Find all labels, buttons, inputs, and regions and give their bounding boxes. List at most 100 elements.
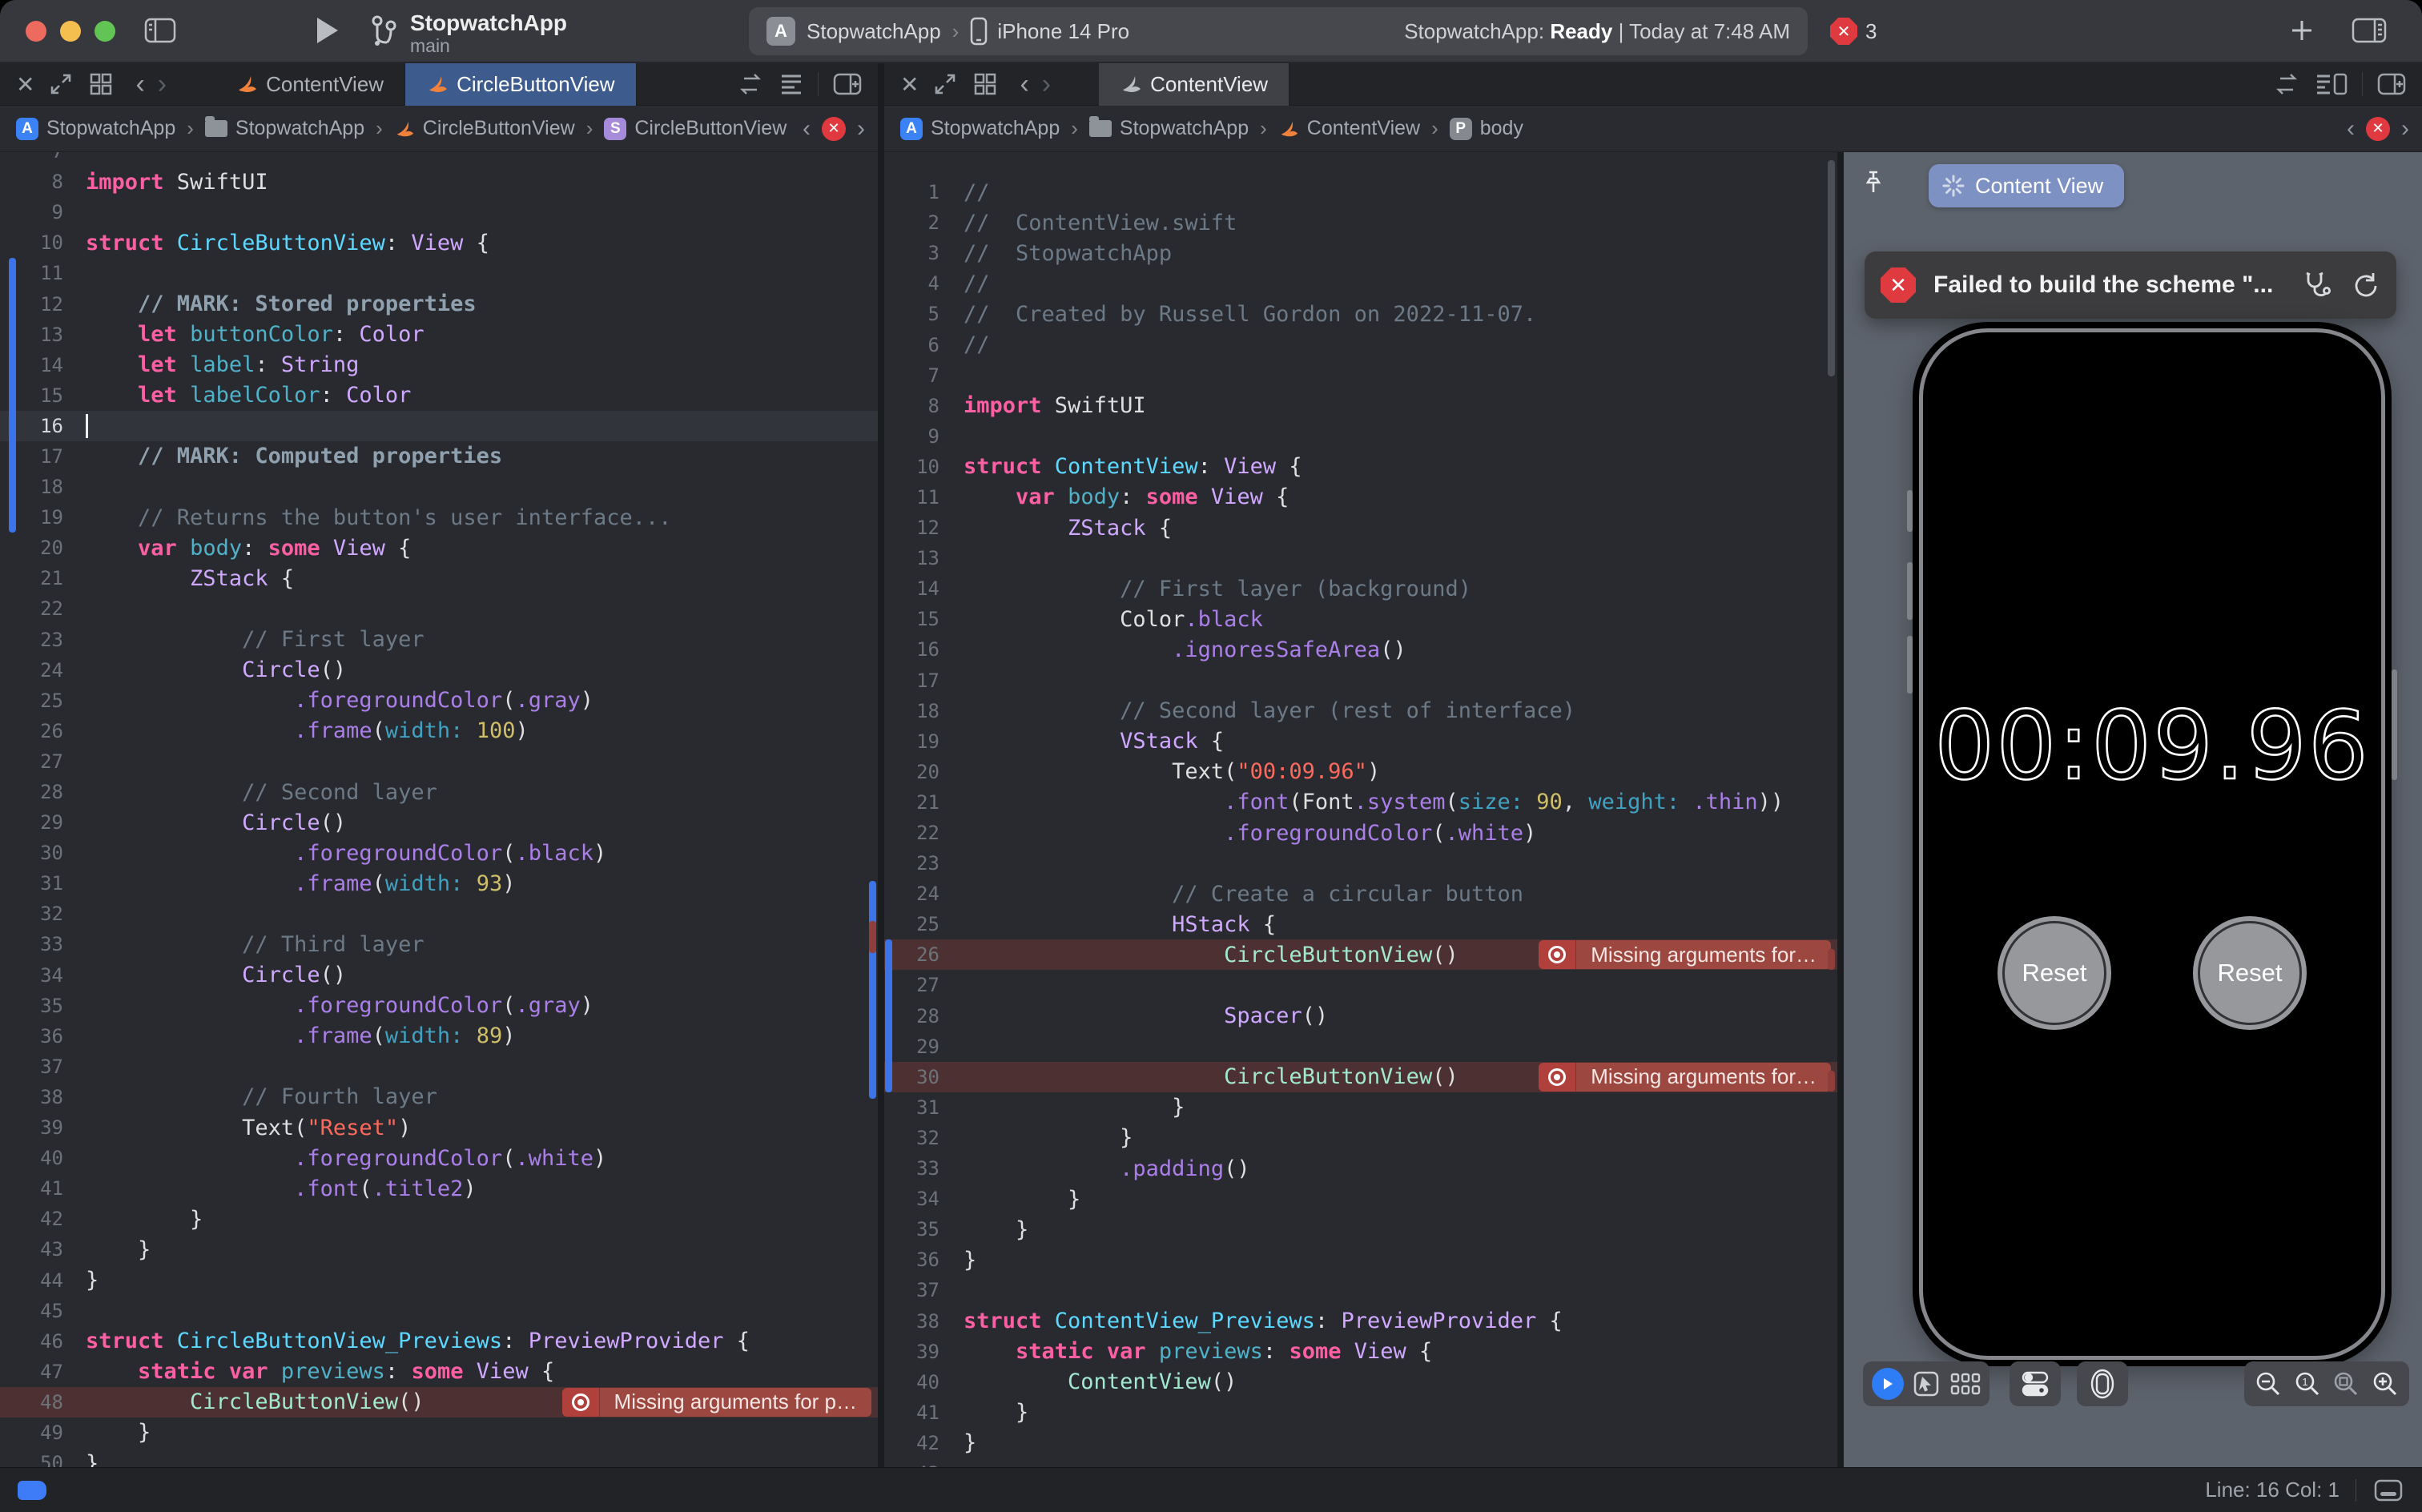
left-code-editor[interactable]: 78import SwiftUI910struct CircleButtonVi… [0, 152, 878, 1467]
code-line[interactable]: 20 Text("00:09.96") [884, 757, 1837, 787]
code-line[interactable]: 31 } [884, 1092, 1837, 1123]
code-line[interactable]: 32 } [884, 1123, 1837, 1153]
code-line[interactable]: 48 CircleButtonView()Missing arguments f… [0, 1387, 878, 1418]
code-line[interactable]: 12 // MARK: Stored properties [0, 288, 878, 319]
code-line[interactable]: 1// [884, 177, 1837, 207]
code-line[interactable]: 37 [0, 1052, 878, 1082]
grid-view-icon[interactable] [87, 70, 115, 98]
error-dot-icon[interactable]: ✕ [822, 117, 846, 141]
next-issue-icon[interactable]: › [2401, 115, 2409, 143]
pane-divider[interactable] [878, 63, 884, 1467]
prev-issue-icon[interactable]: ‹ [2347, 115, 2355, 143]
device-settings-button[interactable] [2010, 1361, 2061, 1406]
code-line[interactable]: 49 } [0, 1418, 878, 1448]
zoom-in-icon[interactable] [2371, 1369, 2400, 1398]
code-line[interactable]: 28 Spacer() [884, 1001, 1837, 1031]
code-line[interactable]: 29 [884, 1031, 1837, 1062]
code-line[interactable]: 27 [0, 746, 878, 777]
code-line[interactable]: 33 .padding() [884, 1153, 1837, 1184]
code-line[interactable]: 36 .frame(width: 89) [0, 1021, 878, 1052]
code-line[interactable]: 25 HStack { [884, 909, 1837, 939]
code-line[interactable]: 32 [0, 899, 878, 929]
code-line[interactable]: 26 .frame(width: 100) [0, 716, 878, 746]
enter-fullscreen-icon[interactable] [47, 70, 74, 98]
breadcrumb-file[interactable]: ContentView [1278, 117, 1420, 140]
code-line[interactable]: 36} [884, 1245, 1837, 1275]
code-line[interactable]: 19 VStack { [884, 726, 1837, 757]
keyboard-panel-icon[interactable] [2372, 1478, 2404, 1503]
canvas-divider[interactable] [1837, 152, 1844, 1467]
code-line[interactable]: 40 .foregroundColor(.white) [0, 1143, 878, 1173]
code-line[interactable]: 15 let labelColor: Color [0, 380, 878, 411]
code-line[interactable]: 13 let buttonColor: Color [0, 320, 878, 350]
code-line[interactable]: 35 } [884, 1214, 1837, 1245]
prev-issue-icon[interactable]: ‹ [803, 115, 811, 143]
code-line[interactable]: 23 [884, 848, 1837, 879]
code-line[interactable]: 24 // Create a circular button [884, 879, 1837, 909]
code-line[interactable]: 22 [0, 593, 878, 624]
inline-error[interactable]: Missing arguments for… [1539, 940, 1831, 969]
code-line[interactable]: 41 } [884, 1397, 1837, 1428]
forward-icon[interactable]: › [1042, 69, 1051, 100]
code-line[interactable]: 6// [884, 329, 1837, 360]
editor-options-icon[interactable] [2314, 72, 2349, 96]
code-line[interactable]: 38 // Fourth layer [0, 1082, 878, 1112]
code-line[interactable]: 8import SwiftUI [0, 167, 878, 197]
run-button[interactable] [311, 13, 343, 48]
code-line[interactable]: 21 ZStack { [0, 563, 878, 593]
refresh-icon[interactable] [2350, 270, 2380, 300]
code-line[interactable]: 46struct CircleButtonView_Previews: Prev… [0, 1326, 878, 1357]
code-line[interactable]: 8import SwiftUI [884, 391, 1837, 421]
add-button[interactable] [2287, 16, 2316, 45]
code-line[interactable]: 9 [0, 197, 878, 227]
code-line[interactable]: 19 // Returns the button's user interfac… [0, 502, 878, 533]
code-line[interactable]: 16 [0, 411, 878, 441]
add-editor-icon[interactable] [2376, 71, 2408, 97]
code-line[interactable]: 29 Circle() [0, 807, 878, 838]
scheme-title-area[interactable]: StopwatchApp main [367, 11, 567, 56]
minimize-window-button[interactable] [60, 21, 81, 42]
code-review-icon[interactable] [736, 72, 765, 96]
code-line[interactable]: 9 [884, 421, 1837, 452]
zoom-100-icon[interactable]: 1 [2293, 1369, 2322, 1398]
code-line[interactable]: 17 [884, 666, 1837, 696]
code-line[interactable]: 30 .foregroundColor(.black) [0, 838, 878, 868]
scrollbar-thumb[interactable] [1828, 160, 1835, 376]
scheme-app-name[interactable]: StopwatchApp [807, 19, 941, 44]
add-editor-icon[interactable] [831, 71, 863, 97]
reset-button-right[interactable]: Reset [2193, 916, 2307, 1030]
code-line[interactable]: 13 [884, 543, 1837, 573]
code-line[interactable]: 24 Circle() [0, 655, 878, 686]
back-icon[interactable]: ‹ [135, 69, 144, 100]
code-line[interactable]: 27 [884, 970, 1837, 1000]
variants-grid-button[interactable] [1949, 1371, 1981, 1397]
code-line[interactable]: 10struct CircleButtonView: View { [0, 227, 878, 258]
code-line[interactable]: 39 Text("Reset") [0, 1112, 878, 1143]
scheme-selector[interactable]: A StopwatchApp › iPhone 14 Pro Stopwatch… [749, 7, 1808, 55]
live-preview-button[interactable] [1872, 1368, 1904, 1400]
selectable-mode-button[interactable] [1912, 1369, 1941, 1398]
inline-error[interactable]: Missing arguments for… [1539, 1063, 1831, 1092]
breadcrumb-file[interactable]: CircleButtonView [394, 117, 575, 140]
code-line[interactable]: 40 ContentView() [884, 1367, 1837, 1397]
breadcrumb-group[interactable]: StopwatchApp [1089, 117, 1249, 140]
code-line[interactable]: 14 let label: String [0, 350, 878, 380]
code-line[interactable]: 16 .ignoresSafeArea() [884, 634, 1837, 665]
code-line[interactable]: 37 [884, 1275, 1837, 1305]
back-icon[interactable]: ‹ [1020, 69, 1028, 100]
tab-contentview[interactable]: ContentView [215, 63, 405, 106]
pin-preview-button[interactable] [1855, 165, 1892, 202]
enter-fullscreen-icon[interactable] [931, 70, 959, 98]
code-line[interactable]: 10struct ContentView: View { [884, 452, 1837, 482]
code-line[interactable]: 20 var body: some View { [0, 533, 878, 563]
breadcrumb-symbol[interactable]: S CircleButtonView [604, 117, 787, 140]
code-line[interactable]: 12 ZStack { [884, 513, 1837, 543]
code-line[interactable]: 34 } [884, 1184, 1837, 1214]
inline-error[interactable]: Missing arguments for p… [562, 1388, 871, 1417]
diagnostics-icon[interactable] [2300, 269, 2332, 301]
preview-device-button[interactable] [2077, 1361, 2128, 1406]
code-line[interactable]: 43 [884, 1458, 1837, 1467]
right-code-editor[interactable]: 1//2// ContentView.swift3// StopwatchApp… [884, 152, 1837, 1467]
code-line[interactable]: 44} [0, 1265, 878, 1295]
code-line[interactable]: 11 [0, 258, 878, 288]
